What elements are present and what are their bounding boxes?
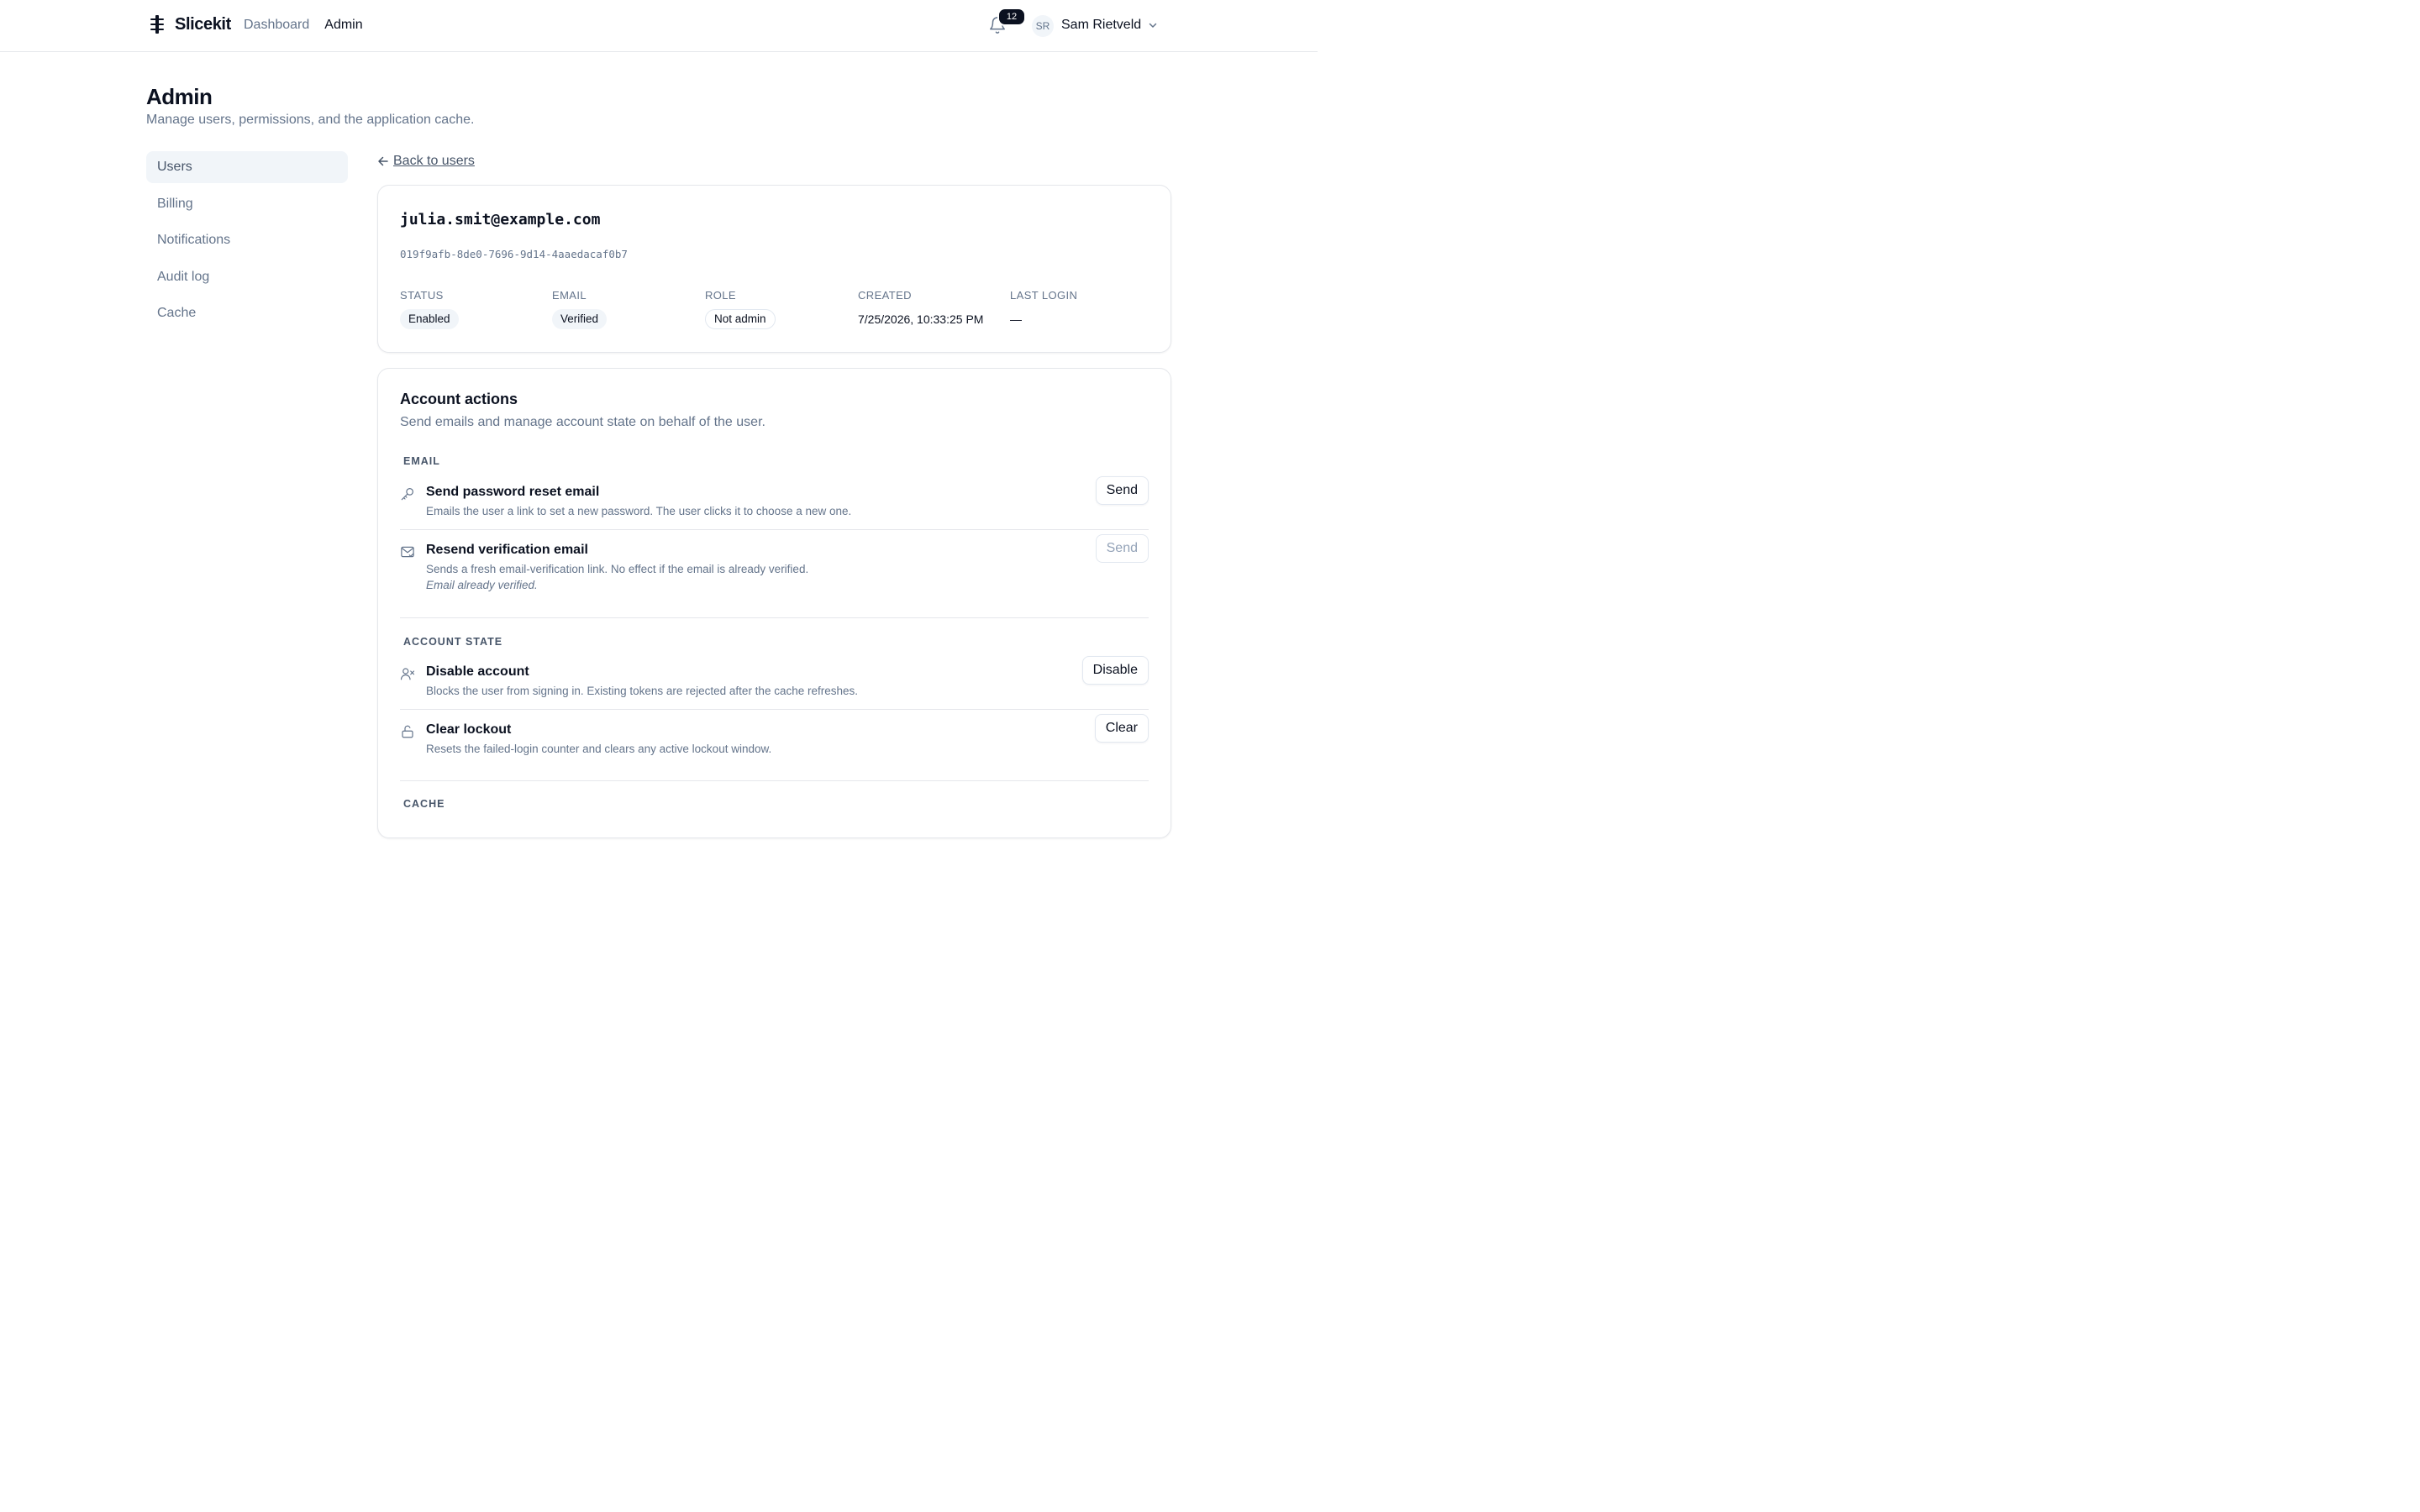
admin-sidebar: Users Billing Notifications Audit log Ca… <box>146 151 348 334</box>
notification-count-badge: 12 <box>997 8 1026 26</box>
nav-admin[interactable]: Admin <box>324 18 362 33</box>
user-menu-name[interactable]: Sam Rietveld <box>1061 18 1141 33</box>
clear-lockout-button[interactable]: Clear <box>1094 714 1149 743</box>
group-label-cache: CACHE <box>403 798 445 810</box>
sidebar-item-cache[interactable]: Cache <box>146 297 348 329</box>
meta-label: CREATED <box>858 289 912 302</box>
email-verified-badge: Verified <box>552 309 608 329</box>
meta-role: ROLE Not admin <box>705 289 776 329</box>
meta-last-login: LAST LOGIN — <box>1010 289 1077 326</box>
divider <box>400 529 1149 530</box>
section-title: Account actions <box>400 391 518 407</box>
sidebar-item-billing[interactable]: Billing <box>146 188 348 220</box>
action-note: Email already verified. <box>426 579 538 591</box>
back-to-users-link[interactable]: Back to users <box>377 154 475 169</box>
action-description: Emails the user a link to set a new pass… <box>426 505 852 517</box>
account-actions-card: Account actions Send emails and manage a… <box>377 368 1171 838</box>
key-icon <box>401 488 413 501</box>
action-description: Sends a fresh email-verification link. N… <box>426 563 809 575</box>
top-nav: Dashboard Admin <box>244 18 363 33</box>
brand-name: Slicekit <box>175 14 231 34</box>
avatar[interactable]: SR <box>1032 15 1054 37</box>
action-title: Resend verification email <box>426 543 588 557</box>
meta-label: ROLE <box>705 289 737 302</box>
nav-dashboard[interactable]: Dashboard <box>244 18 309 33</box>
divider <box>400 780 1149 781</box>
group-label-email: EMAIL <box>403 455 440 467</box>
user-x-icon <box>400 668 415 680</box>
section-subtitle: Send emails and manage account state on … <box>400 415 765 429</box>
back-link-label: Back to users <box>393 154 475 168</box>
sidebar-item-audit-log[interactable]: Audit log <box>146 261 348 293</box>
sidebar-item-notifications[interactable]: Notifications <box>146 224 348 256</box>
meta-label: LAST LOGIN <box>1010 289 1078 302</box>
user-summary-card: julia.smit@example.com 019f9afb-8de0-769… <box>377 185 1171 353</box>
action-title: Clear lockout <box>426 722 512 737</box>
brand[interactable]: Slicekit <box>148 14 231 34</box>
action-title: Disable account <box>426 664 529 679</box>
action-description: Resets the failed-login counter and clea… <box>426 743 772 755</box>
meta-status: STATUS Enabled <box>400 289 459 329</box>
user-email: julia.smit@example.com <box>400 211 601 228</box>
divider <box>400 617 1149 618</box>
meta-email: EMAIL Verified <box>552 289 608 329</box>
meta-label: EMAIL <box>552 289 587 302</box>
divider <box>400 709 1149 710</box>
send-password-reset-button[interactable]: Send <box>1095 476 1149 505</box>
unlock-icon <box>402 725 413 738</box>
user-id: 019f9afb-8de0-7696-9d14-4aaedacaf0b7 <box>400 248 628 260</box>
page-title: Admin <box>146 84 213 109</box>
created-value: 7/25/2026, 10:33:25 PM <box>858 312 984 326</box>
action-description: Blocks the user from signing in. Existin… <box>426 685 859 697</box>
meta-label: STATUS <box>400 289 444 302</box>
last-login-value: — <box>1010 312 1022 326</box>
arrow-left-icon <box>378 156 388 166</box>
group-label-account-state: ACCOUNT STATE <box>403 636 503 648</box>
resend-verification-button: Send <box>1095 534 1149 563</box>
sidebar-item-users[interactable]: Users <box>146 151 348 183</box>
role-badge: Not admin <box>705 309 776 329</box>
status-badge: Enabled <box>400 309 459 329</box>
mail-check-icon <box>401 546 414 558</box>
slicekit-logo-icon <box>150 15 164 34</box>
disable-account-button[interactable]: Disable <box>1081 656 1149 685</box>
meta-created: CREATED 7/25/2026, 10:33:25 PM <box>858 289 983 326</box>
chevron-down-icon[interactable] <box>1148 20 1158 30</box>
top-bar: Slicekit Dashboard Admin 12 SR Sam Rietv… <box>0 0 1318 52</box>
page-subtitle: Manage users, permissions, and the appli… <box>146 113 475 127</box>
action-title: Send password reset email <box>426 485 600 499</box>
